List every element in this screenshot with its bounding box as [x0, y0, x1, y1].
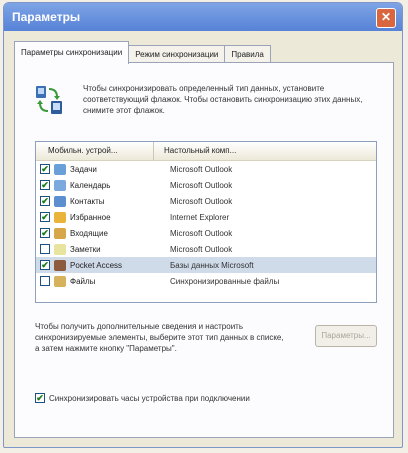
item-checkbox[interactable]: ✔ [40, 260, 50, 270]
sync-icon [36, 86, 62, 114]
item-name: Входящие [70, 228, 108, 238]
inbox-icon [54, 227, 66, 239]
item-checkbox[interactable] [40, 244, 50, 254]
tasks-icon [54, 163, 66, 175]
item-name: Задачи [70, 164, 97, 174]
tab-sync-options[interactable]: Параметры синхронизации [14, 41, 130, 64]
list-item[interactable]: ✔ Задачи Microsoft Outlook [36, 161, 376, 177]
autosync-option[interactable]: ✔ Синхронизировать часы устройства при п… [35, 393, 250, 403]
contacts-icon [54, 195, 66, 207]
title-bar[interactable]: Параметры ✕ [4, 3, 402, 31]
autosync-checkbox[interactable]: ✔ [35, 393, 45, 403]
sync-items-list[interactable]: Мобильн. устрой... Настольный комп... ✔ З… [35, 141, 377, 303]
tab-panel: Чтобы синхронизировать определенный тип … [14, 62, 394, 438]
item-checkbox[interactable]: ✔ [40, 196, 50, 206]
item-app: Microsoft Outlook [170, 228, 233, 238]
list-rows: ✔ Задачи Microsoft Outlook ✔ Календарь Micros… [36, 161, 376, 289]
item-app: Microsoft Outlook [170, 244, 233, 254]
item-name: Избранное [70, 212, 111, 222]
list-item[interactable]: ✔ Pocket Access Базы данных Microsoft [36, 257, 376, 273]
item-name: Pocket Access [70, 260, 123, 270]
item-app: Internet Explorer [170, 212, 230, 222]
list-item[interactable]: ✔ Входящие Microsoft Outlook [36, 225, 376, 241]
item-app: Microsoft Outlook [170, 164, 233, 174]
item-app: Microsoft Outlook [170, 196, 233, 206]
column-header-desktop[interactable]: Настольный комп... [154, 142, 236, 160]
list-item[interactable]: ✔ Календарь Microsoft Outlook [36, 177, 376, 193]
settings-button[interactable]: Параметры... [315, 325, 377, 347]
files-icon [54, 275, 66, 287]
tab-strip: Параметры синхронизации Режим синхрониза… [14, 41, 271, 64]
window-title: Параметры [12, 10, 81, 24]
list-item[interactable]: Заметки Microsoft Outlook [36, 241, 376, 257]
list-header: Мобильн. устрой... Настольный комп... [36, 142, 376, 161]
item-checkbox[interactable]: ✔ [40, 228, 50, 238]
info-text: Чтобы получить дополнительные сведения и… [35, 322, 284, 353]
item-checkbox[interactable] [40, 276, 50, 286]
notes-icon [54, 243, 66, 255]
options-dialog: Параметры ✕ Параметры синхронизации Режи… [3, 2, 403, 448]
item-checkbox[interactable]: ✔ [40, 180, 50, 190]
item-app: Базы данных Microsoft [170, 260, 254, 270]
column-header-device[interactable]: Мобильн. устрой... [36, 142, 154, 160]
item-name: Контакты [70, 196, 105, 206]
autosync-label: Синхронизировать часы устройства при под… [49, 393, 250, 403]
intro-text: Чтобы синхронизировать определенный тип … [83, 84, 363, 115]
favorites-icon [54, 211, 66, 223]
item-app: Синхронизированные файлы [170, 276, 280, 286]
item-name: Заметки [70, 244, 101, 254]
item-app: Microsoft Outlook [170, 180, 233, 190]
item-checkbox[interactable]: ✔ [40, 212, 50, 222]
item-name: Календарь [70, 180, 111, 190]
close-icon[interactable]: ✕ [376, 8, 396, 28]
item-name: Файлы [70, 276, 96, 286]
calendar-icon [54, 179, 66, 191]
list-item[interactable]: ✔ Контакты Microsoft Outlook [36, 193, 376, 209]
item-checkbox[interactable]: ✔ [40, 164, 50, 174]
list-item[interactable]: ✔ Избранное Internet Explorer [36, 209, 376, 225]
list-item[interactable]: Файлы Синхронизированные файлы [36, 273, 376, 289]
pocket-access-icon [54, 259, 66, 271]
intro: Чтобы синхронизировать определенный тип … [35, 83, 375, 119]
